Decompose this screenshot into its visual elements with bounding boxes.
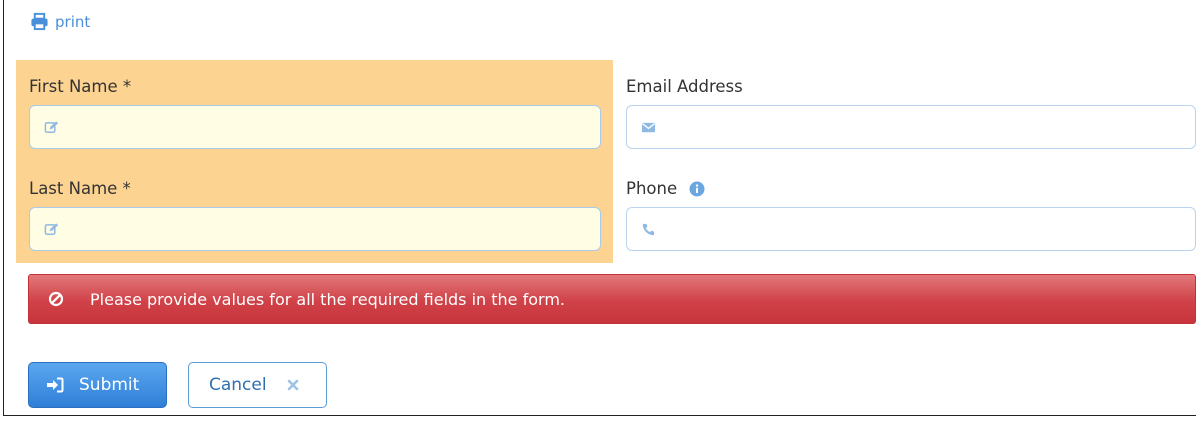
phone-field[interactable] <box>626 207 1196 251</box>
phone-icon <box>640 221 656 237</box>
email-label: Email Address <box>626 77 743 96</box>
edit-icon <box>43 221 59 237</box>
first-name-input[interactable] <box>67 105 600 149</box>
phone-label-group: Phone <box>626 179 705 198</box>
ban-icon <box>48 291 64 307</box>
printer-icon <box>31 12 48 31</box>
last-name-label: Last Name * <box>29 179 131 198</box>
print-label: print <box>55 12 91 31</box>
last-name-input[interactable] <box>67 207 600 251</box>
info-icon[interactable] <box>689 181 705 197</box>
validation-error-alert: Please provide values for all the requir… <box>28 274 1196 324</box>
edit-icon <box>43 119 59 135</box>
phone-label: Phone <box>626 179 678 198</box>
submit-label: Submit <box>79 375 140 395</box>
phone-input[interactable] <box>664 207 1195 251</box>
first-name-field[interactable] <box>29 105 601 149</box>
first-name-label: First Name * <box>29 77 132 96</box>
email-input[interactable] <box>664 105 1195 149</box>
close-icon <box>287 379 298 391</box>
envelope-icon <box>640 119 656 135</box>
alert-message: Please provide values for all the requir… <box>90 289 565 309</box>
cancel-button[interactable]: Cancel <box>188 362 327 408</box>
email-field[interactable] <box>626 105 1196 149</box>
sign-in-icon <box>47 377 64 393</box>
cancel-label: Cancel <box>209 375 267 395</box>
submit-button[interactable]: Submit <box>28 362 167 408</box>
last-name-field[interactable] <box>29 207 601 251</box>
print-link[interactable]: print <box>30 12 90 31</box>
